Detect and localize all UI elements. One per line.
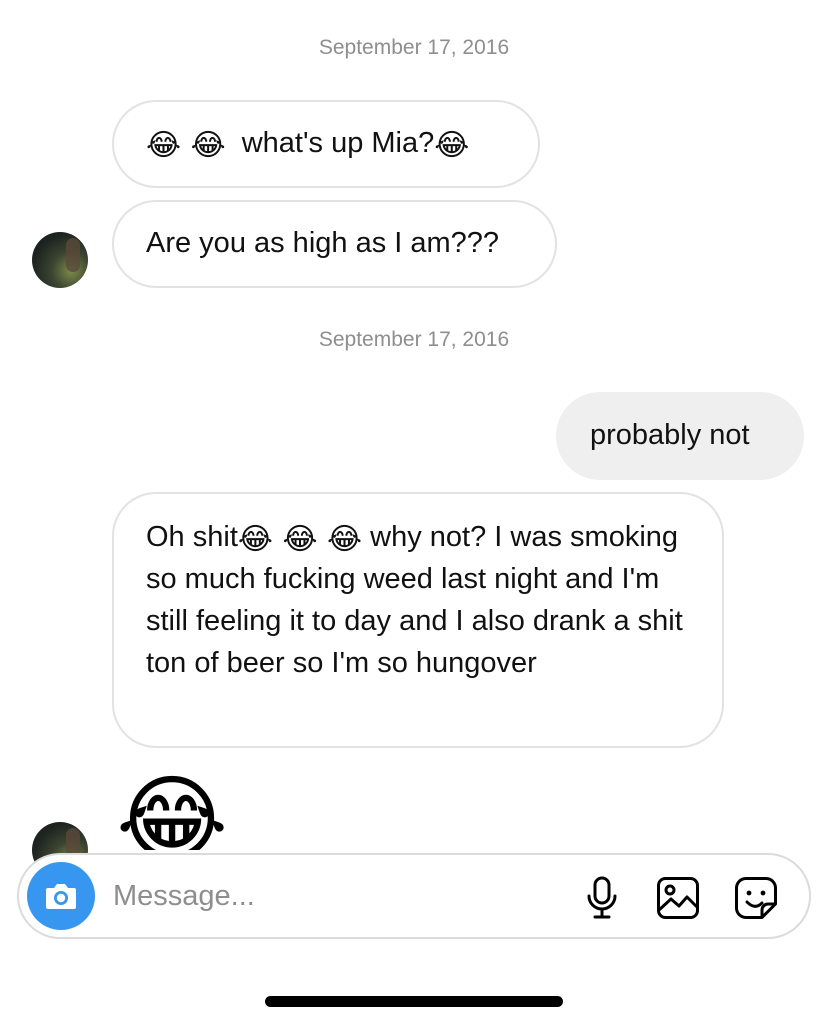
message-composer [17, 853, 811, 939]
gallery-button[interactable] [655, 875, 701, 921]
laughing-tears-emoji: 😂 😂 😂 [237, 522, 363, 557]
message-text: what's up Mia? [241, 127, 435, 159]
camera-button[interactable] [27, 862, 95, 930]
message-text: Oh shit [146, 521, 238, 553]
date-separator: September 17, 2016 [318, 328, 510, 351]
laughing-tears-emoji: 😂 [116, 772, 229, 850]
incoming-message-bubble[interactable]: Oh shit😂 😂 😂 why not? I was smoking so m… [112, 492, 724, 748]
camera-icon [46, 884, 76, 909]
sticker-button[interactable] [733, 875, 779, 921]
message-text: Are you as high as I am??? [146, 227, 500, 259]
gallery-icon [657, 877, 699, 919]
incoming-message-bubble[interactable]: Are you as high as I am??? [112, 200, 557, 288]
message-input[interactable] [113, 875, 553, 917]
outgoing-message-bubble[interactable]: probably not [556, 392, 804, 480]
emoji-message[interactable]: 😂 [116, 772, 228, 850]
date-separator: September 17, 2016 [318, 36, 510, 59]
microphone-button[interactable] [579, 875, 625, 921]
home-indicator[interactable] [265, 996, 563, 1007]
microphone-icon [587, 876, 617, 919]
message-text: probably not [590, 419, 750, 451]
sticker-icon [735, 877, 777, 919]
incoming-message-bubble[interactable]: 😂 😂 what's up Mia?😂 [112, 100, 540, 188]
laughing-tears-emoji: 😂 [434, 128, 470, 163]
sender-avatar[interactable] [32, 232, 88, 288]
laughing-tears-emoji: 😂 😂 [146, 128, 226, 163]
